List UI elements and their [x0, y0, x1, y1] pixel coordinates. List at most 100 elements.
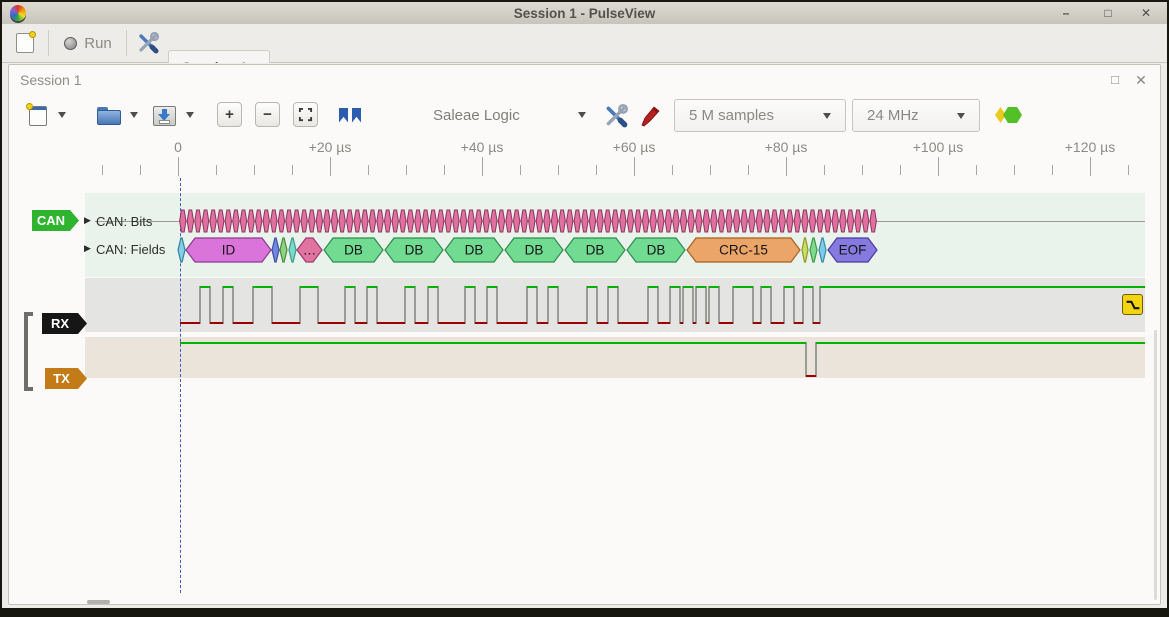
device-selector[interactable]: Saleae Logic [433, 107, 520, 124]
svg-text:CRC-15: CRC-15 [719, 243, 768, 258]
rx-signal-segment [558, 322, 587, 324]
tx-signal-edge [805, 342, 807, 377]
svg-text:ID: ID [222, 243, 236, 258]
rx-signal-edge [708, 286, 710, 324]
rx-signal-segment [597, 322, 608, 324]
rx-signal-segment [794, 322, 803, 324]
rx-signal-edge [732, 286, 734, 324]
dock-header-title: Session 1 [20, 72, 81, 88]
rx-signal-edge [222, 286, 224, 324]
rx-signal-edge [783, 286, 785, 324]
rx-signal-segment [761, 286, 771, 288]
sample-rate-select[interactable]: 24 MHz [852, 99, 980, 132]
dock-close-button[interactable]: ✕ [1132, 71, 1150, 89]
rx-signal-segment [680, 322, 683, 324]
rx-signal-edge [376, 286, 378, 324]
rx-signal-segment [355, 322, 367, 324]
zoom-fit-button[interactable] [293, 102, 318, 127]
expander-icon[interactable]: ▶ [84, 215, 91, 226]
rx-signal-edge [657, 286, 659, 324]
rx-signal-edge [209, 286, 211, 324]
rx-signal-segment [253, 286, 272, 288]
horizontal-scrollbar-handle[interactable] [87, 600, 110, 604]
rx-signal-segment [693, 322, 696, 324]
ruler-minor-tick [216, 165, 217, 175]
ruler-label: +80 µs [765, 139, 808, 155]
new-file-button[interactable] [24, 102, 52, 130]
row-label-can-fields: CAN: Fields [96, 242, 165, 257]
rx-signal-edge [299, 286, 301, 324]
rx-signal-segment [300, 286, 318, 288]
show-cursors-button[interactable] [336, 104, 364, 126]
new-file-dropdown-caret[interactable] [58, 112, 66, 118]
pulseview-window: Session 1 - PulseView – □ ✕ Run Session … [0, 0, 1169, 617]
device-dropdown-caret[interactable] [578, 112, 586, 118]
rx-signal-edge [317, 286, 319, 324]
channel-tag-rx[interactable]: RX [42, 313, 87, 334]
configure-device-button[interactable] [600, 102, 632, 130]
rx-signal-segment [648, 286, 658, 288]
ruler-minor-tick [748, 165, 749, 175]
channels-button[interactable] [637, 102, 665, 130]
ruler-minor-tick [368, 165, 369, 175]
dock-float-button[interactable]: □ [1106, 71, 1124, 89]
add-decoder-button[interactable] [994, 106, 1024, 124]
rx-signal-segment [784, 286, 794, 288]
vertical-scrollbar-handle[interactable] [1154, 330, 1157, 600]
tx-signal-segment [816, 342, 1145, 344]
ruler-minor-tick [444, 165, 445, 175]
rx-signal-edge [692, 286, 694, 324]
decoder-trace-band [85, 193, 1145, 277]
rx-signal-edge [232, 286, 234, 324]
ruler-minor-tick [900, 165, 901, 175]
rx-signal-segment [733, 286, 753, 288]
rx-signal-segment [345, 286, 355, 288]
zoom-in-button[interactable]: + [217, 102, 242, 127]
rx-signal-segment [367, 286, 377, 288]
rx-signal-segment [180, 322, 200, 324]
rx-signal-segment [428, 286, 438, 288]
trace-group-bracket[interactable] [24, 312, 33, 391]
rx-signal-segment [658, 322, 670, 324]
save-file-dropdown-caret[interactable] [186, 112, 194, 118]
svg-text:…: … [303, 243, 317, 258]
channel-tag-tx[interactable]: TX [45, 368, 87, 389]
ruler-minor-tick [102, 165, 103, 175]
rx-signal-edge [464, 286, 466, 324]
ruler-label: 0 [174, 139, 182, 155]
rx-signal-segment [223, 286, 233, 288]
rx-signal-edge [271, 286, 273, 324]
ruler-minor-tick [406, 165, 407, 175]
ruler-major-tick [1090, 157, 1091, 176]
rx-signal-edge [496, 286, 498, 324]
ruler-minor-tick [1128, 165, 1129, 175]
ruler-label: +100 µs [913, 139, 964, 155]
rx-signal-edge [427, 286, 429, 324]
probe-icon [640, 104, 662, 128]
rx-signal-edge [802, 286, 804, 324]
cursor-flag-icon [339, 108, 348, 123]
rx-signal-segment [683, 286, 693, 288]
expander-icon[interactable]: ▶ [84, 243, 91, 254]
ruler-minor-tick [520, 165, 521, 175]
zoom-fit-icon [298, 107, 313, 122]
trigger-falling-edge-icon[interactable] [1122, 294, 1143, 315]
sample-count-select[interactable]: 5 M samples [674, 99, 846, 132]
svg-text:DB: DB [525, 243, 544, 258]
rx-signal-edge [819, 286, 821, 324]
ruler-major-tick [634, 157, 635, 176]
open-file-button[interactable] [94, 102, 124, 130]
ruler-minor-tick [254, 165, 255, 175]
rx-signal-edge [812, 286, 814, 324]
can-fields-annotations: ID…DBDBDBDBDBDBCRC-15EOF [176, 237, 886, 263]
svg-text:DB: DB [647, 243, 666, 258]
ruler-minor-tick [824, 165, 825, 175]
decoder-tag-can[interactable]: CAN [32, 210, 79, 231]
open-file-dropdown-caret[interactable] [130, 112, 138, 118]
ruler-label: +20 µs [309, 139, 352, 155]
save-file-button[interactable] [149, 102, 179, 130]
rx-signal-segment [318, 322, 345, 324]
zoom-out-button[interactable]: − [255, 102, 280, 127]
ruler-major-tick [178, 157, 179, 176]
rx-signal-edge [437, 286, 439, 324]
